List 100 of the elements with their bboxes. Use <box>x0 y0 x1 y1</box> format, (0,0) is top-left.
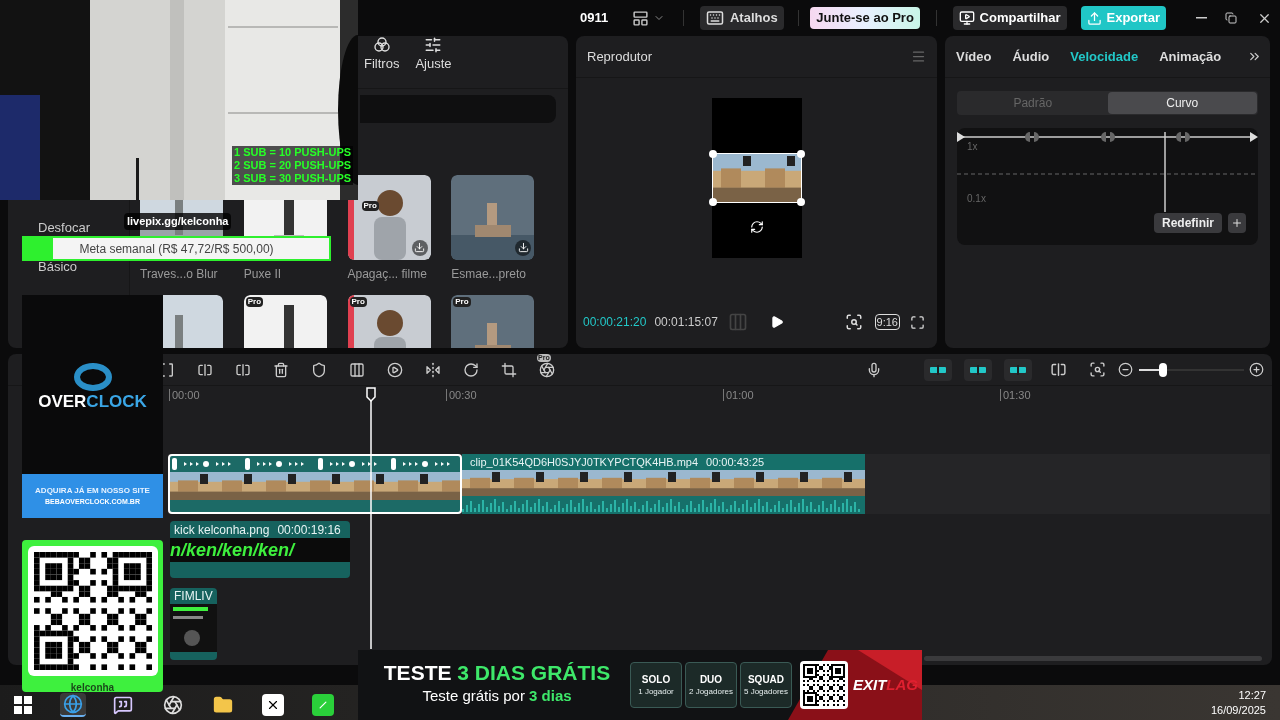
plan-players: 1 Jogador <box>638 687 674 696</box>
inspector-tab[interactable]: Velocidade <box>1070 46 1139 67</box>
ruler-label: 01:30 <box>1000 389 1272 401</box>
layout-icon <box>632 9 650 27</box>
current-time: 00:00:21:20 <box>583 314 647 331</box>
ruler-label: 01:00 <box>723 389 1000 401</box>
sliders-icon <box>424 36 443 54</box>
video-clip[interactable] <box>168 454 462 514</box>
share-button[interactable]: Compartilhar <box>952 6 1067 30</box>
clip-duration: 00:00:19:16 <box>277 521 341 539</box>
freeze-icon[interactable] <box>349 361 365 378</box>
resize-handle[interactable] <box>708 150 717 158</box>
inspector-tab[interactable]: Vídeo <box>956 46 992 67</box>
mode-tab[interactable]: Curvo <box>1107 92 1257 114</box>
rotate-handle[interactable] <box>749 220 764 234</box>
effect-label: Esmae...preto <box>451 265 527 283</box>
axis-label: 1x <box>967 140 979 154</box>
restore-button[interactable] <box>1225 12 1237 24</box>
banner-subtitle: Teste grátis por 3 dias <box>422 686 572 707</box>
resize-handle[interactable] <box>796 150 805 158</box>
keyboard-icon <box>705 9 724 27</box>
clock-date: 16/09/2025 <box>1210 702 1266 718</box>
clip-name: kick kelconha.png <box>174 521 270 539</box>
marker-icon[interactable] <box>311 361 327 378</box>
category-item[interactable]: Básico <box>38 258 78 274</box>
download-button[interactable] <box>411 239 428 256</box>
download-icon <box>414 242 425 253</box>
panel-tab[interactable]: Filtros <box>364 36 400 74</box>
pro-badge: Pro <box>349 296 367 307</box>
split-right-icon[interactable] <box>235 361 251 378</box>
minimize-icon <box>1196 17 1207 19</box>
slider-thumb[interactable] <box>1159 362 1168 377</box>
zoom-fit-icon[interactable] <box>844 313 863 331</box>
fullscreen-icon[interactable] <box>910 314 925 330</box>
layout-button[interactable] <box>632 9 666 27</box>
qr-code <box>803 664 845 706</box>
video-clip[interactable]: clip_01K54QD6H0SJYJ0TKYPCTQK4HB.mp4 00:00:43:25 <box>462 454 865 514</box>
clip-name: FIMLIV <box>173 588 214 604</box>
inspector-tab[interactable]: Áudio <box>1012 46 1050 67</box>
plan-players: 2 Jogadores <box>689 687 733 696</box>
ruler-label: 00:00 <box>169 389 446 401</box>
zoom-in-icon[interactable] <box>1249 362 1264 377</box>
pro-button[interactable]: Junte-se ao Pro <box>810 7 920 29</box>
share-icon <box>958 10 975 26</box>
link-text: livepix.gg/kelconha <box>124 213 232 230</box>
panel-title: Reprodutor <box>587 47 653 66</box>
category-item[interactable]: Desfocar <box>38 219 91 235</box>
split-icon[interactable] <box>197 361 213 378</box>
shortcuts-button[interactable]: Atalhos <box>699 6 784 30</box>
clip-name: clip_01K54QD6H0SJYJ0TKYPCTQK4HB.mp4 <box>470 454 699 470</box>
preview-zoom-icon[interactable] <box>1089 361 1106 378</box>
microphone-icon[interactable] <box>866 361 882 378</box>
aspect-ratio-button[interactable]: 9:16 <box>874 314 900 330</box>
image-clip[interactable]: kick kelconha.png 00:00:19:16 n/ken/ken/ken/ <box>170 521 350 578</box>
clip-thumbnail-text: n/ken/ken/ken/ <box>170 538 295 562</box>
pro-badge: Pro <box>245 296 264 307</box>
delete-icon[interactable] <box>273 361 289 378</box>
axis-label: 0.1x <box>967 192 987 206</box>
play-button[interactable] <box>769 315 784 329</box>
inspector-tab[interactable]: Animação <box>1159 46 1222 67</box>
project-name: 0911 <box>580 9 609 28</box>
panel-tab[interactable]: Ajuste <box>415 36 452 74</box>
snap-toggle[interactable] <box>924 358 952 381</box>
clock-time: 12:27 <box>1238 687 1266 703</box>
total-time: 00:01:15:07 <box>654 314 718 331</box>
browser-icon[interactable] <box>60 693 86 717</box>
handle-text: kelconha <box>70 681 115 695</box>
pro-badge: Pro <box>361 200 379 211</box>
audio-separate-icon[interactable] <box>539 361 555 378</box>
effect-label: Puxe II <box>243 265 283 283</box>
mirror-icon[interactable] <box>425 361 441 378</box>
zoom-out-icon[interactable] <box>1118 362 1133 377</box>
clip-duration: 00:00:43:25 <box>706 454 765 470</box>
reset-button[interactable]: Redefinir <box>1154 213 1222 233</box>
snap-toggle[interactable] <box>964 358 992 381</box>
export-icon <box>1086 10 1102 26</box>
resize-handle[interactable] <box>796 198 805 206</box>
logo-icon <box>72 363 113 391</box>
image-clip[interactable]: FIMLIV <box>170 588 217 660</box>
goal-text: Meta semanal (R$ 47,72/R$ 500,00) <box>79 240 274 258</box>
editor-icon[interactable] <box>260 693 286 717</box>
pro-badge: Pro <box>453 296 471 307</box>
download-button[interactable] <box>515 239 532 256</box>
crop-icon[interactable] <box>501 361 517 378</box>
split-screen-icon[interactable] <box>1050 361 1067 378</box>
add-point-button[interactable] <box>1228 213 1246 233</box>
zoom-slider[interactable] <box>1139 362 1244 377</box>
snap-toggle[interactable] <box>1004 358 1032 381</box>
plus-icon <box>1231 217 1243 229</box>
banner-headline: TESTE 3 DIAS GRÁTIS <box>383 662 611 684</box>
resize-handle[interactable] <box>708 198 717 206</box>
reverse-icon[interactable] <box>387 361 403 378</box>
minimize-button[interactable] <box>1196 17 1207 19</box>
app-icon[interactable] <box>310 693 336 717</box>
rotate-icon[interactable] <box>463 361 479 378</box>
menu-icon[interactable] <box>911 49 926 64</box>
snap-icon <box>969 364 987 375</box>
plan-name: SQUAD <box>747 674 785 685</box>
plan-name: DUO <box>699 674 723 685</box>
plan-name: SOLO <box>641 674 671 685</box>
